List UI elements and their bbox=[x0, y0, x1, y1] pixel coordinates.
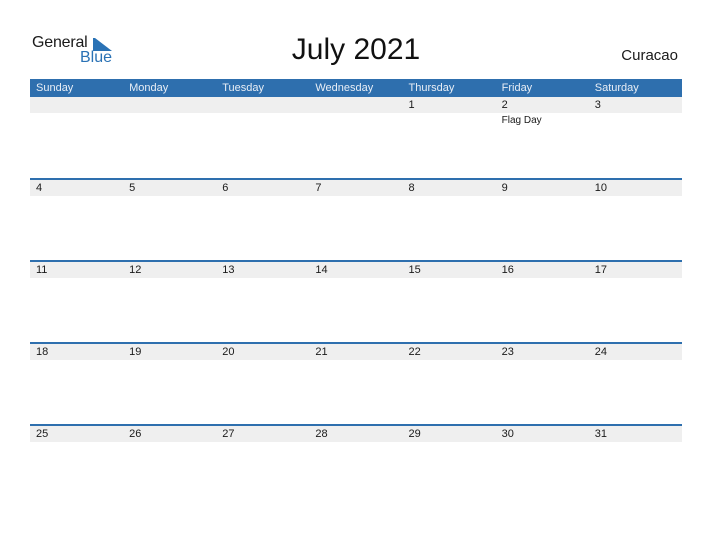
day-cell bbox=[30, 97, 123, 113]
day-cell: 1 bbox=[403, 97, 496, 113]
day-number: 16 bbox=[501, 264, 514, 276]
day-cell: 18 bbox=[30, 344, 123, 360]
calendar-title: July 2021 bbox=[291, 33, 421, 66]
day-number: 9 bbox=[501, 182, 508, 194]
country-label: Curacao bbox=[621, 47, 678, 64]
day-cell: 20 bbox=[216, 344, 309, 360]
day-number: 10 bbox=[594, 182, 607, 194]
day-number: 6 bbox=[222, 182, 229, 194]
date-bar: 18 19 20 21 22 23 24 bbox=[30, 344, 682, 360]
day-number: 26 bbox=[129, 428, 142, 440]
day-number: 20 bbox=[222, 346, 235, 358]
day-cell: 9 bbox=[496, 180, 589, 196]
week-row: 1 2 Flag Day 3 bbox=[30, 97, 682, 178]
day-cell: 11 bbox=[30, 262, 123, 278]
weekday-sunday: Sunday bbox=[36, 82, 74, 94]
day-cell: 31 bbox=[589, 426, 682, 442]
day-cell: 15 bbox=[403, 262, 496, 278]
day-number: 11 bbox=[36, 264, 48, 276]
day-number: 8 bbox=[408, 182, 415, 194]
day-cell: 12 bbox=[123, 262, 216, 278]
weekday-wednesday: Wednesday bbox=[315, 82, 374, 94]
weeks-container: 1 2 Flag Day 3 4 5 6 7 8 9 10 11 12 13 14 15 16 17 18 19 20 2… bbox=[30, 97, 682, 506]
day-cell: 3 bbox=[589, 97, 682, 113]
day-number: 19 bbox=[129, 346, 142, 358]
date-bar: 4 5 6 7 8 9 10 bbox=[30, 180, 682, 196]
day-number: 17 bbox=[594, 264, 607, 276]
day-cell: 19 bbox=[123, 344, 216, 360]
weekday-saturday: Saturday bbox=[594, 82, 639, 94]
day-cell: 17 bbox=[589, 262, 682, 278]
day-number: 5 bbox=[129, 182, 136, 194]
day-number: 30 bbox=[501, 428, 514, 440]
day-cell: 24 bbox=[589, 344, 682, 360]
day-number: 25 bbox=[36, 428, 49, 440]
weekday-header: Sunday Monday Tuesday Wednesday Thursday… bbox=[30, 79, 682, 97]
day-number: 15 bbox=[408, 264, 421, 276]
date-bar: 25 26 27 28 29 30 31 bbox=[30, 426, 682, 442]
day-cell: 13 bbox=[216, 262, 309, 278]
day-cell: 6 bbox=[216, 180, 309, 196]
date-bar: 11 12 13 14 15 16 17 bbox=[30, 262, 682, 278]
day-number: 14 bbox=[315, 264, 328, 276]
day-number: 23 bbox=[501, 346, 514, 358]
day-number: 27 bbox=[222, 428, 235, 440]
holiday-event: Flag Day bbox=[501, 115, 542, 126]
day-cell: 2 Flag Day bbox=[496, 97, 589, 126]
day-cell: 5 bbox=[123, 180, 216, 196]
day-number: 21 bbox=[315, 346, 328, 358]
date-bar: 1 2 Flag Day 3 bbox=[30, 97, 682, 126]
day-cell: 8 bbox=[403, 180, 496, 196]
day-number: 12 bbox=[129, 264, 142, 276]
weekday-friday: Friday bbox=[501, 82, 533, 94]
week-row: 11 12 13 14 15 16 17 bbox=[30, 260, 682, 342]
day-number bbox=[315, 97, 402, 113]
day-cell bbox=[216, 97, 309, 113]
day-number: 22 bbox=[408, 346, 421, 358]
week-row: 25 26 27 28 29 30 31 bbox=[30, 424, 682, 506]
day-cell: 7 bbox=[309, 180, 402, 196]
day-number bbox=[36, 97, 123, 113]
day-cell: 27 bbox=[216, 426, 309, 442]
day-cell bbox=[309, 97, 402, 113]
day-number: 29 bbox=[408, 428, 421, 440]
day-number: 13 bbox=[222, 264, 235, 276]
week-row: 4 5 6 7 8 9 10 bbox=[30, 178, 682, 260]
weekday-thursday: Thursday bbox=[408, 82, 455, 94]
calendar-grid: Sunday Monday Tuesday Wednesday Thursday… bbox=[30, 79, 682, 506]
day-cell: 30 bbox=[496, 426, 589, 442]
day-number: 31 bbox=[594, 428, 607, 440]
day-number: 2 bbox=[501, 99, 508, 111]
day-cell: 14 bbox=[309, 262, 402, 278]
week-row: 18 19 20 21 22 23 24 bbox=[30, 342, 682, 424]
day-number: 24 bbox=[594, 346, 607, 358]
day-cell: 28 bbox=[309, 426, 402, 442]
day-cell: 21 bbox=[309, 344, 402, 360]
day-number: 18 bbox=[36, 346, 49, 358]
day-cell: 25 bbox=[30, 426, 123, 442]
day-number bbox=[129, 97, 216, 113]
day-number bbox=[222, 97, 309, 113]
day-number: 7 bbox=[315, 182, 322, 194]
day-cell: 4 bbox=[30, 180, 123, 196]
day-number: 4 bbox=[36, 182, 43, 194]
day-number: 1 bbox=[408, 99, 415, 111]
weekday-monday: Monday bbox=[129, 82, 169, 94]
day-cell: 10 bbox=[589, 180, 682, 196]
day-cell: 23 bbox=[496, 344, 589, 360]
day-cell: 29 bbox=[403, 426, 496, 442]
weekday-tuesday: Tuesday bbox=[222, 82, 265, 94]
day-cell bbox=[123, 97, 216, 113]
day-cell: 26 bbox=[123, 426, 216, 442]
day-number: 3 bbox=[594, 99, 601, 111]
day-cell: 16 bbox=[496, 262, 589, 278]
day-number: 28 bbox=[315, 428, 328, 440]
day-cell: 22 bbox=[403, 344, 496, 360]
